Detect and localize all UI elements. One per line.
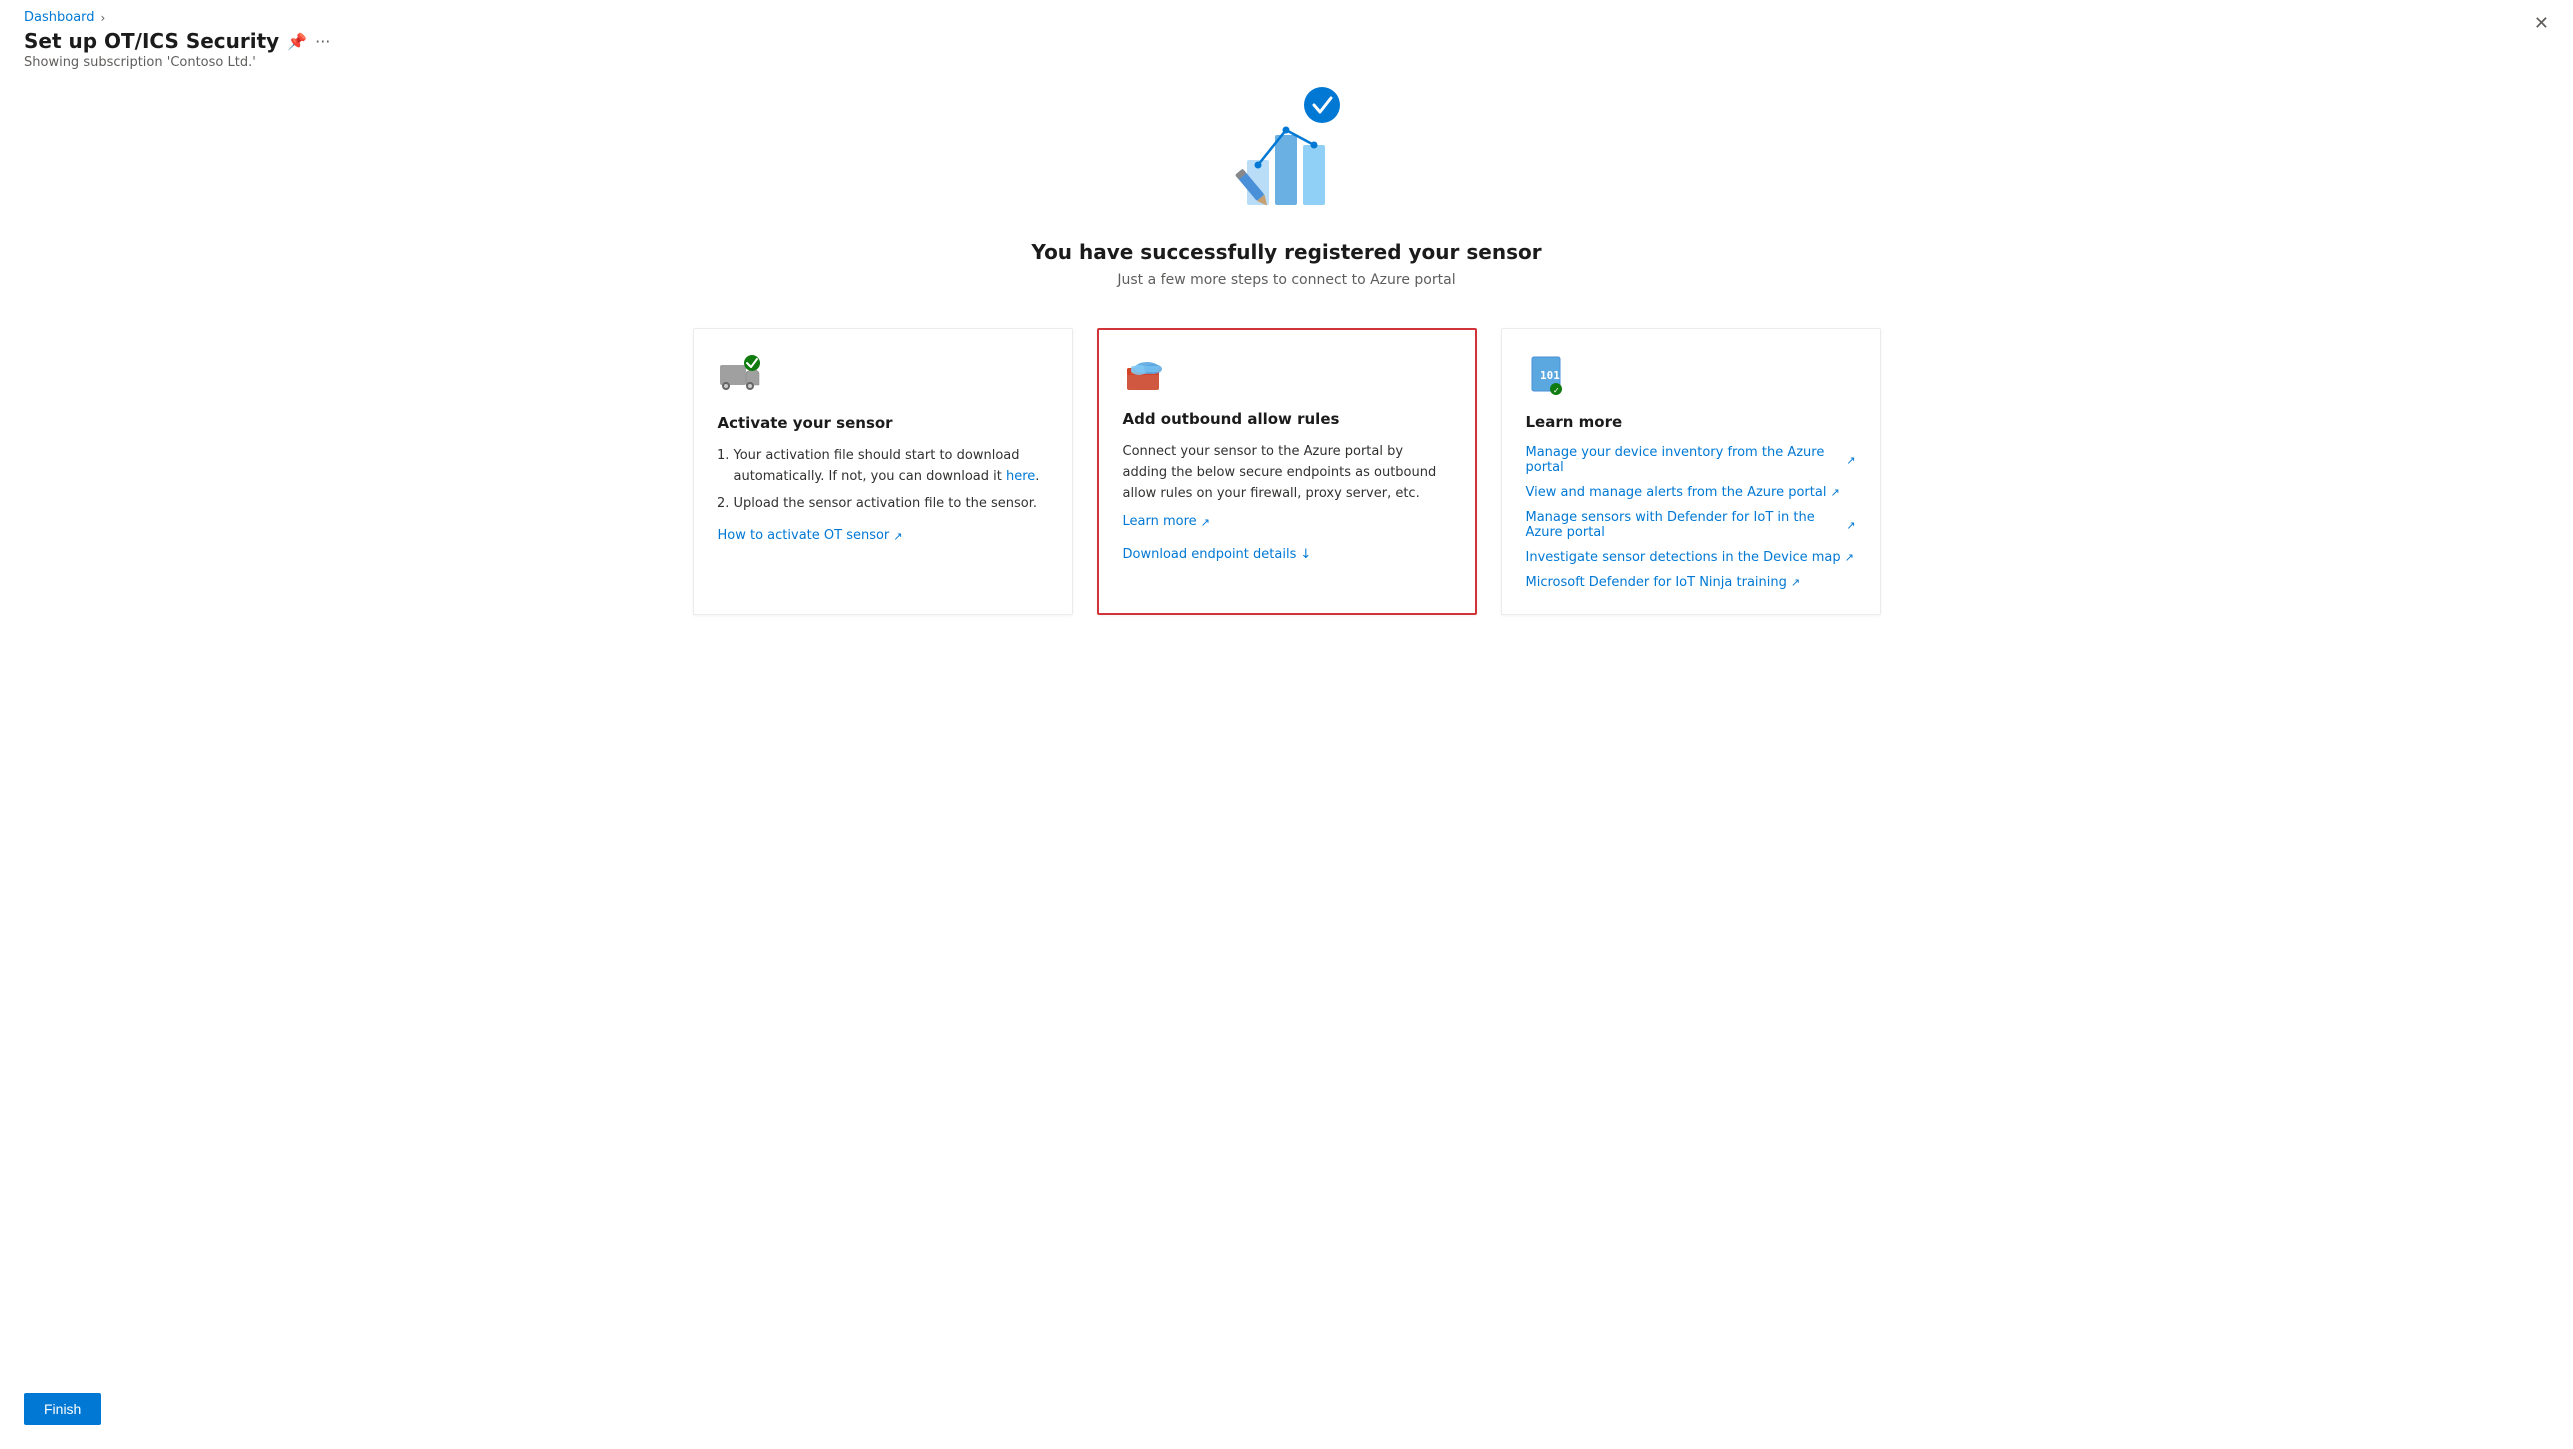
learn-more-link-4-text: Investigate sensor detections in the Dev… — [1526, 550, 1841, 565]
learn-more-ext-icon: ↗ — [1201, 514, 1210, 532]
more-options-icon[interactable]: ··· — [315, 32, 330, 51]
learn-more-link[interactable]: Learn more ↗ — [1123, 512, 1210, 533]
learn-more-link-4[interactable]: Investigate sensor detections in the Dev… — [1526, 550, 1856, 565]
step1-text: Your activation file should start to dow… — [734, 448, 1020, 484]
footer: Finish — [24, 1393, 101, 1425]
download-endpoint-text: Download endpoint details — [1123, 545, 1297, 566]
hero-title: You have successfully registered your se… — [1031, 240, 1541, 264]
breadcrumb-dashboard[interactable]: Dashboard — [24, 10, 95, 25]
page-subtitle: Showing subscription 'Contoso Ltd.' — [0, 53, 2573, 70]
ext-icon-4: ↗ — [1845, 551, 1854, 564]
learn-more-link-3-text: Manage sensors with Defender for IoT in … — [1526, 510, 1843, 540]
how-to-activate-link[interactable]: How to activate OT sensor ↗ — [718, 526, 903, 547]
learn-more-link-3[interactable]: Manage sensors with Defender for IoT in … — [1526, 510, 1856, 540]
how-to-activate-text: How to activate OT sensor — [718, 526, 890, 547]
hero-subtitle: Just a few more steps to connect to Azur… — [1117, 272, 1455, 288]
outbound-body-text: Connect your sensor to the Azure portal … — [1123, 442, 1451, 504]
outbound-rules-icon — [1123, 354, 1451, 398]
svg-text:✓: ✓ — [1553, 386, 1560, 395]
outbound-rules-title: Add outbound allow rules — [1123, 410, 1451, 428]
download-endpoint-link[interactable]: Download endpoint details ↓ — [1123, 545, 1312, 566]
download-icon: ↓ — [1300, 545, 1311, 566]
close-button[interactable]: ✕ — [2534, 14, 2549, 32]
learn-more-card: 101 ✓ Learn more Manage your device inve… — [1501, 328, 1881, 615]
activate-sensor-icon — [718, 353, 1048, 402]
ext-icon-3: ↗ — [1846, 519, 1855, 532]
activate-sensor-card: Activate your sensor Your activation fil… — [693, 328, 1073, 615]
learn-more-link-2-text: View and manage alerts from the Azure po… — [1526, 485, 1827, 500]
learn-more-link-1[interactable]: Manage your device inventory from the Az… — [1526, 445, 1856, 475]
outbound-rules-card: Add outbound allow rules Connect your se… — [1097, 328, 1477, 615]
page-title: Set up OT/ICS Security — [24, 29, 279, 53]
learn-more-link-1-text: Manage your device inventory from the Az… — [1526, 445, 1843, 475]
here-link[interactable]: here — [1006, 469, 1035, 484]
learn-more-card-title: Learn more — [1526, 413, 1856, 431]
learn-more-link-5-text: Microsoft Defender for IoT Ninja trainin… — [1526, 575, 1787, 590]
breadcrumb: Dashboard › — [0, 0, 2573, 25]
breadcrumb-separator: › — [101, 11, 106, 25]
hero-illustration — [0, 70, 2573, 230]
page-title-row: Set up OT/ICS Security 📌 ··· — [0, 25, 2573, 53]
learn-more-text: Learn more — [1123, 512, 1197, 533]
cards-container: Activate your sensor Your activation fil… — [0, 308, 2573, 635]
learn-more-links-container: Manage your device inventory from the Az… — [1526, 445, 1856, 590]
learn-more-link-2[interactable]: View and manage alerts from the Azure po… — [1526, 485, 1856, 500]
finish-button[interactable]: Finish — [24, 1393, 101, 1425]
activate-sensor-title: Activate your sensor — [718, 414, 1048, 432]
learn-more-icon: 101 ✓ — [1526, 353, 1856, 401]
svg-text:101: 101 — [1540, 369, 1560, 382]
ext-icon-1: ↗ — [1846, 454, 1855, 467]
activate-sensor-body: Your activation file should start to dow… — [718, 446, 1048, 547]
learn-more-link-5[interactable]: Microsoft Defender for IoT Ninja trainin… — [1526, 575, 1856, 590]
outbound-rules-body: Connect your sensor to the Azure portal … — [1123, 442, 1451, 566]
external-link-icon: ↗ — [893, 528, 902, 546]
ext-icon-5: ↗ — [1791, 576, 1800, 589]
ext-icon-2: ↗ — [1830, 486, 1839, 499]
pin-icon[interactable]: 📌 — [287, 32, 307, 51]
hero-section: You have successfully registered your se… — [0, 240, 2573, 308]
step2-text: Upload the sensor activation file to the… — [734, 494, 1048, 515]
